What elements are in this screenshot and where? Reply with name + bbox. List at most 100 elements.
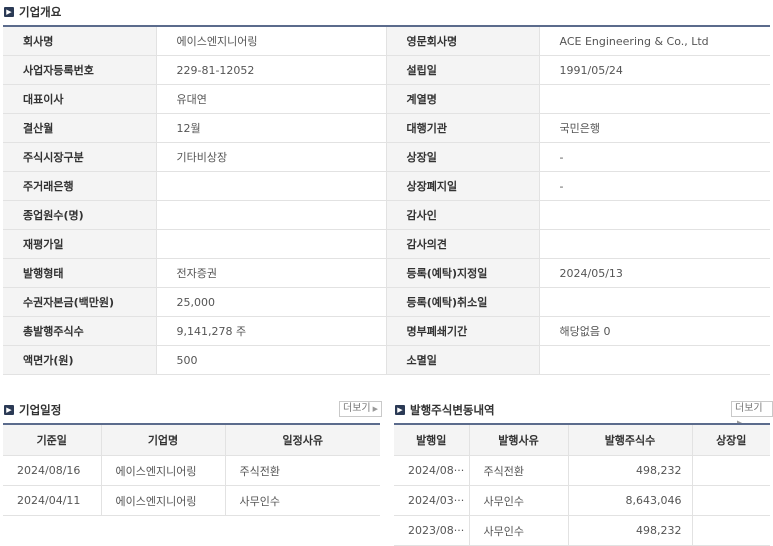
- table-row[interactable]: 2024/04/11 에이스엔지니어링 사무인수: [3, 485, 380, 516]
- field-value: [539, 84, 770, 114]
- column-header: 발행주식수: [568, 424, 693, 456]
- overview-row: 결산월 12월 대행기관 국민은행: [3, 113, 770, 143]
- field-label: 회사명: [3, 26, 157, 56]
- section-bullet-icon: ▶: [395, 405, 405, 415]
- field-label: 사업자등록번호: [3, 55, 157, 85]
- table-cell: 주식전환: [225, 455, 380, 486]
- field-value: 500: [156, 345, 387, 375]
- schedule-table: 기준일 기업명 일정사유 2024/08/16 에이스엔지니어링 주식전환 2024/04…: [3, 423, 380, 516]
- field-label: 명부폐쇄기간: [386, 316, 540, 346]
- overview-title: ▶ 기업개요: [4, 4, 61, 20]
- more-label: 더보기: [343, 403, 371, 414]
- field-label: 계열명: [386, 84, 540, 114]
- field-label: 결산월: [3, 113, 157, 143]
- column-header: 기준일: [3, 424, 102, 456]
- stock-changes-more-button[interactable]: 더보기▶: [731, 401, 773, 427]
- stock-changes-title: ▶ 발행주식변동내역: [395, 402, 495, 418]
- overview-table: 회사명 에이스엔지니어링 영문회사명 ACE Engineering & Co., L…: [3, 25, 770, 375]
- overview-row: 회사명 에이스엔지니어링 영문회사명 ACE Engineering & Co., L…: [3, 26, 770, 56]
- stock-changes-table: 발행일 발행사유 발행주식수 상장일 2024/08··· 주식전환 498,232 202…: [394, 423, 770, 546]
- field-value: [539, 287, 770, 317]
- field-value: 1991/05/24: [539, 55, 770, 85]
- table-cell: 주식전환: [469, 455, 569, 486]
- field-value: [156, 229, 387, 259]
- field-label: 발행형태: [3, 258, 157, 288]
- field-value: 229-81-12052: [156, 55, 387, 85]
- field-label: 상장폐지일: [386, 171, 540, 201]
- field-label: 대행기관: [386, 113, 540, 143]
- overview-row: 대표이사 유대연 계열명: [3, 84, 770, 114]
- field-value: -: [539, 171, 770, 201]
- table-cell: [692, 455, 770, 486]
- overview-row: 액면가(원) 500 소멸일: [3, 345, 770, 375]
- field-label: 감사의견: [386, 229, 540, 259]
- table-cell: 2024/04/11: [3, 485, 102, 516]
- table-row[interactable]: 2023/08··· 사무인수 498,232: [394, 515, 770, 546]
- table-cell: 사무인수: [469, 515, 569, 546]
- field-label: 설립일: [386, 55, 540, 85]
- field-value: 해당없음 0: [539, 316, 770, 346]
- table-row[interactable]: 2024/08/16 에이스엔지니어링 주식전환: [3, 455, 380, 486]
- field-value: 에이스엔지니어링: [156, 26, 387, 56]
- field-label: 액면가(원): [3, 345, 157, 375]
- field-value: 전자증권: [156, 258, 387, 288]
- field-value: -: [539, 142, 770, 172]
- chevron-right-icon: ▶: [372, 405, 378, 413]
- field-label: 재평가일: [3, 229, 157, 259]
- field-label: 상장일: [386, 142, 540, 172]
- overview-row: 주식시장구분 기타비상장 상장일 -: [3, 142, 770, 172]
- table-cell: 사무인수: [225, 485, 380, 516]
- more-label: 더보기: [735, 403, 763, 414]
- table-cell: 에이스엔지니어링: [101, 455, 226, 486]
- field-label: 수권자본금(백만원): [3, 287, 157, 317]
- table-cell: 2024/03···: [394, 485, 470, 516]
- field-label: 등록(예탁)지정일: [386, 258, 540, 288]
- field-label: 대표이사: [3, 84, 157, 114]
- stock-changes-title-text: 발행주식변동내역: [410, 403, 495, 417]
- field-value: 유대연: [156, 84, 387, 114]
- overview-row: 총발행주식수 9,141,278 주 명부폐쇄기간 해당없음 0: [3, 316, 770, 346]
- section-bullet-icon: ▶: [4, 7, 14, 17]
- table-row[interactable]: 2024/08··· 주식전환 498,232: [394, 455, 770, 486]
- schedule-more-button[interactable]: 더보기 ▶: [339, 401, 382, 417]
- field-label: 종업원수(명): [3, 200, 157, 230]
- section-bullet-icon: ▶: [4, 405, 14, 415]
- field-value: [156, 171, 387, 201]
- field-label: 총발행주식수: [3, 316, 157, 346]
- field-label: 주거래은행: [3, 171, 157, 201]
- overview-row: 종업원수(명) 감사인: [3, 200, 770, 230]
- field-value: [539, 200, 770, 230]
- field-label: 등록(예탁)취소일: [386, 287, 540, 317]
- column-header: 상장일: [692, 424, 770, 456]
- field-value: ACE Engineering & Co., Ltd: [539, 26, 770, 56]
- overview-row: 발행형태 전자증권 등록(예탁)지정일 2024/05/13: [3, 258, 770, 288]
- overview-row: 재평가일 감사의견: [3, 229, 770, 259]
- field-value: 2024/05/13: [539, 258, 770, 288]
- overview-row: 사업자등록번호 229-81-12052 설립일 1991/05/24: [3, 55, 770, 85]
- field-label: 영문회사명: [386, 26, 540, 56]
- table-cell: 498,232: [568, 515, 693, 546]
- table-cell: 2024/08/16: [3, 455, 102, 486]
- table-cell: 2024/08···: [394, 455, 470, 486]
- field-value: [156, 200, 387, 230]
- field-label: 주식시장구분: [3, 142, 157, 172]
- field-label: 소멸일: [386, 345, 540, 375]
- table-cell: 에이스엔지니어링: [101, 485, 226, 516]
- schedule-title: ▶ 기업일정: [4, 402, 61, 418]
- table-cell: 8,643,046: [568, 485, 693, 516]
- field-value: 기타비상장: [156, 142, 387, 172]
- table-cell: 2023/08···: [394, 515, 470, 546]
- table-cell: 사무인수: [469, 485, 569, 516]
- schedule-title-text: 기업일정: [19, 403, 62, 417]
- field-value: 12월: [156, 113, 387, 143]
- table-cell: [692, 515, 770, 546]
- field-value: [539, 229, 770, 259]
- field-label: 감사인: [386, 200, 540, 230]
- overview-row: 주거래은행 상장폐지일 -: [3, 171, 770, 201]
- column-header: 발행사유: [469, 424, 569, 456]
- column-header: 일정사유: [225, 424, 380, 456]
- table-cell: [692, 485, 770, 516]
- table-row[interactable]: 2024/03··· 사무인수 8,643,046: [394, 485, 770, 516]
- column-header: 기업명: [101, 424, 226, 456]
- field-value: 9,141,278 주: [156, 316, 387, 346]
